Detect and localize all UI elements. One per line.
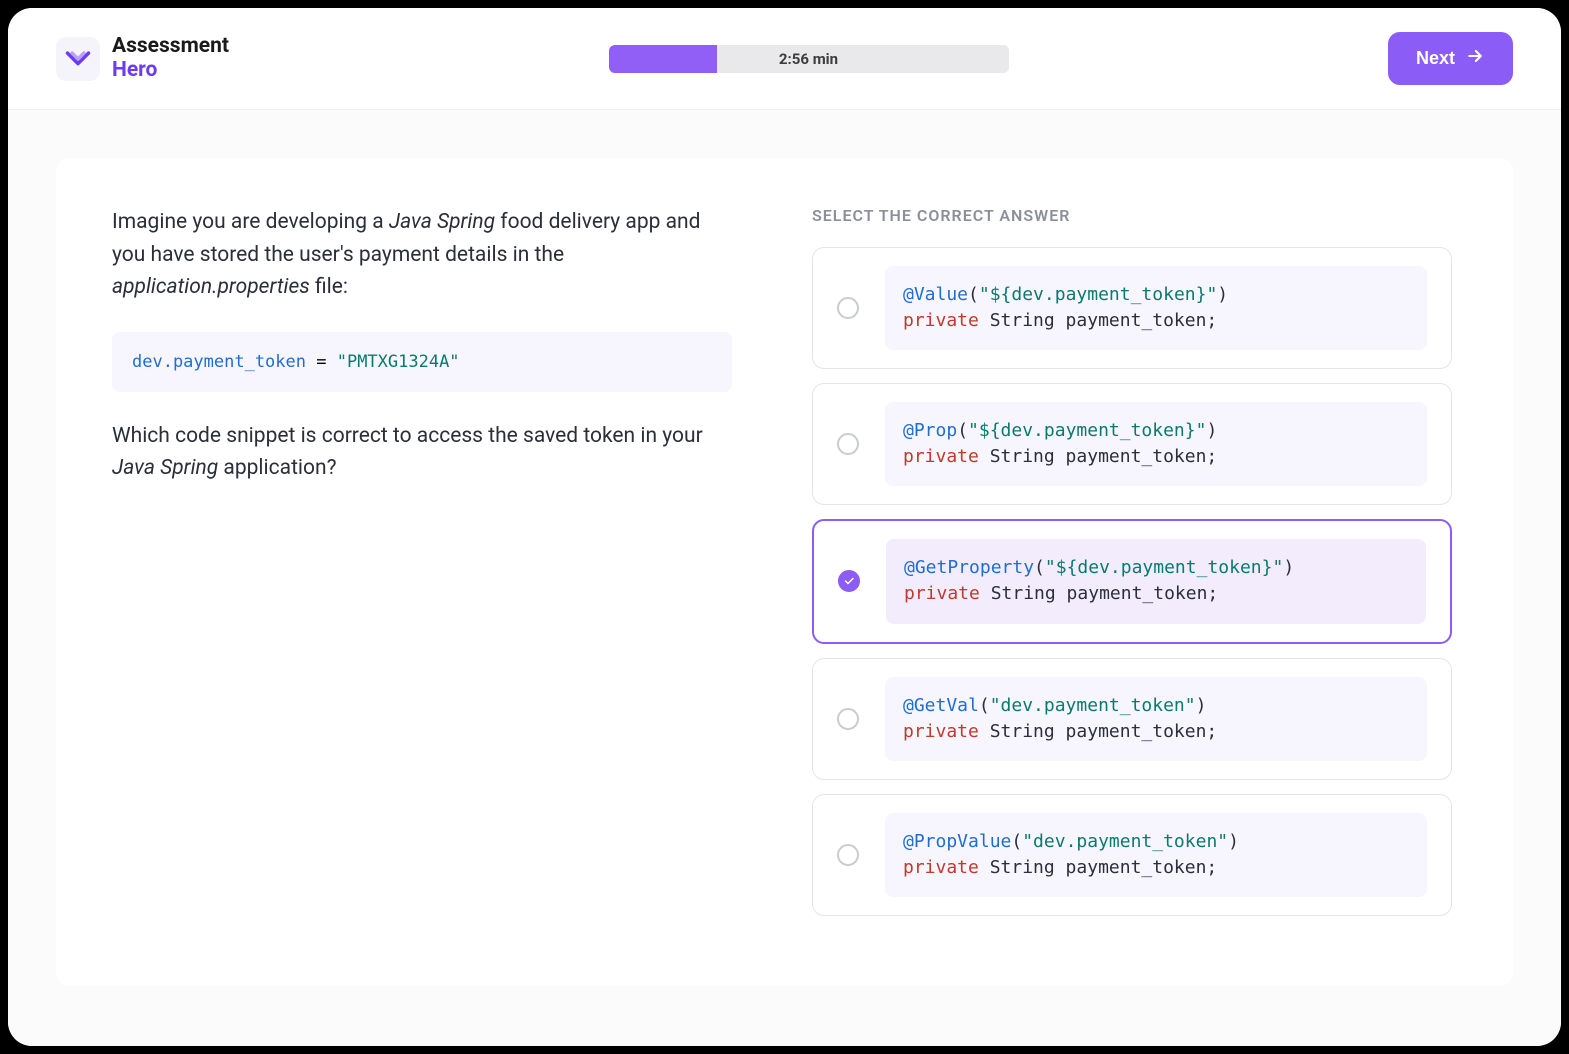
brand-line-1: Assessment (112, 35, 229, 58)
radio-unselected-icon (837, 844, 859, 866)
question-column: Imagine you are developing a Java Spring… (112, 206, 732, 930)
answer-code-block: @PropValue("dev.payment_token")private S… (885, 813, 1427, 897)
radio-unselected-icon (837, 708, 859, 730)
content-area: Imagine you are developing a Java Spring… (8, 110, 1561, 1046)
logo-icon (56, 37, 100, 81)
answer-option[interactable]: @Value("${dev.payment_token}")private St… (812, 247, 1452, 369)
timer-label: 2:56 min (609, 50, 1009, 68)
next-button-label: Next (1416, 48, 1455, 69)
answer-code-block: @Prop("${dev.payment_token}")private Str… (885, 402, 1427, 486)
question-card: Imagine you are developing a Java Spring… (56, 158, 1513, 986)
answer-option[interactable]: @PropValue("dev.payment_token")private S… (812, 794, 1452, 916)
logo-text: Assessment Hero (112, 35, 229, 81)
header: Assessment Hero 2:56 min Next (8, 8, 1561, 110)
answer-option[interactable]: @Prop("${dev.payment_token}")private Str… (812, 383, 1452, 505)
answer-option[interactable]: @GetVal("dev.payment_token")private Stri… (812, 658, 1452, 780)
answer-code-block: @Value("${dev.payment_token}")private St… (885, 266, 1427, 350)
next-button[interactable]: Next (1388, 32, 1513, 85)
answer-code-block: @GetVal("dev.payment_token")private Stri… (885, 677, 1427, 761)
question-paragraph-2: Which code snippet is correct to access … (112, 420, 732, 485)
logo: Assessment Hero (56, 35, 229, 81)
radio-unselected-icon (837, 297, 859, 319)
question-code-block: dev.payment_token = "PMTXG1324A" (112, 332, 732, 392)
answers-column: SELECT THE CORRECT ANSWER @Value("${dev.… (812, 206, 1452, 930)
answer-option[interactable]: @GetProperty("${dev.payment_token}")priv… (812, 519, 1452, 643)
answer-code-block: @GetProperty("${dev.payment_token}")priv… (886, 539, 1426, 623)
arrow-right-icon (1465, 46, 1485, 71)
radio-unselected-icon (837, 433, 859, 455)
brand-line-2: Hero (112, 59, 229, 82)
question-paragraph-1: Imagine you are developing a Java Spring… (112, 206, 732, 304)
timer-progress: 2:56 min (609, 45, 1009, 73)
radio-selected-icon (838, 570, 860, 592)
answers-title: SELECT THE CORRECT ANSWER (812, 206, 1452, 225)
app-frame: Assessment Hero 2:56 min Next Imagine yo… (8, 8, 1561, 1046)
